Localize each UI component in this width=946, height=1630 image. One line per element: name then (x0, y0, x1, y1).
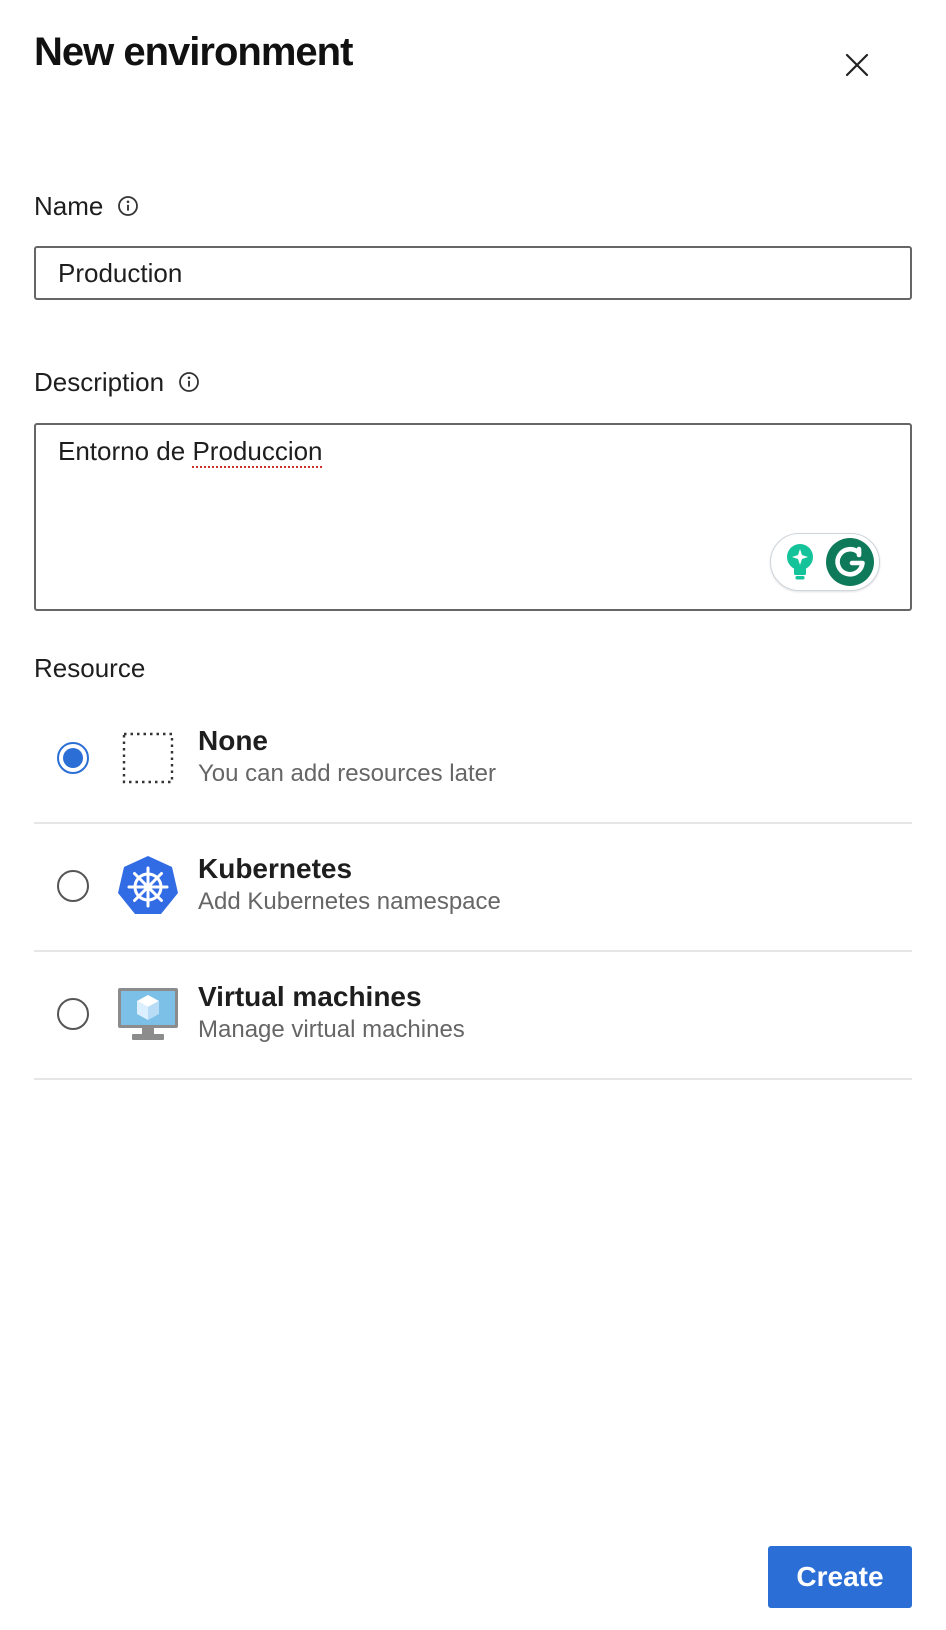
radio-button[interactable] (57, 870, 89, 902)
resource-option-none[interactable]: None You can add resources later (34, 696, 912, 824)
option-title: None (198, 725, 268, 756)
page-title: New environment (34, 30, 353, 74)
resource-option-kubernetes[interactable]: Kubernetes Add Kubernetes namespace (34, 824, 912, 952)
info-icon[interactable] (178, 371, 200, 393)
name-label: Name (34, 191, 104, 221)
option-title: Virtual machines (198, 981, 422, 1012)
lightbulb-icon[interactable] (783, 542, 817, 582)
resource-label: Resource (34, 653, 146, 683)
virtual-machine-icon (118, 988, 178, 1040)
option-subtitle: Manage virtual machines (198, 1016, 465, 1043)
option-title: Kubernetes (198, 853, 353, 884)
radio-button[interactable] (57, 998, 89, 1030)
dashed-box-icon (122, 732, 174, 784)
create-button[interactable]: Create (768, 1546, 912, 1608)
name-input[interactable] (34, 246, 912, 300)
option-subtitle: Add Kubernetes namespace (198, 888, 501, 915)
close-icon (845, 53, 869, 77)
name-label-row: Name (34, 188, 139, 224)
grammarly-widget[interactable] (770, 533, 880, 591)
misspelled-word: Produccion (192, 436, 323, 466)
description-label: Description (34, 367, 165, 397)
description-textarea[interactable]: Entorno de Produccion (34, 423, 912, 611)
radio-button-selected[interactable] (57, 742, 89, 774)
description-label-row: Description (34, 364, 200, 400)
close-button[interactable] (838, 46, 874, 82)
grammarly-g-icon[interactable] (825, 537, 875, 587)
description-text: Entorno de (58, 436, 193, 466)
resource-option-virtual-machines[interactable]: Virtual machines Manage virtual machines (34, 952, 912, 1080)
kubernetes-icon (118, 856, 178, 914)
option-subtitle: You can add resources later (198, 760, 496, 787)
info-icon[interactable] (117, 195, 139, 217)
